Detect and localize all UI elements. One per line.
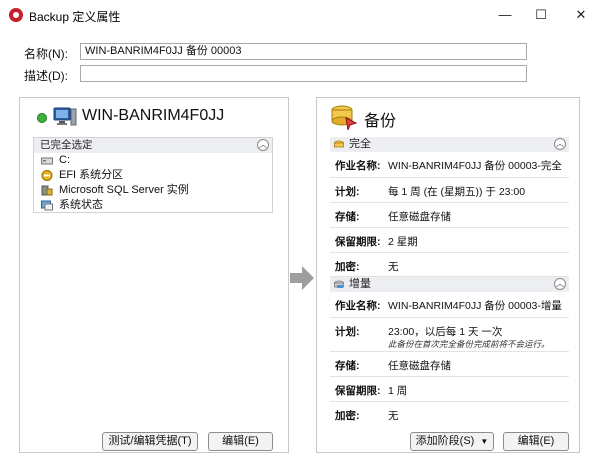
row-key: 作业名称: [335, 300, 381, 312]
table-row: 存储: 任意磁盘存储 [330, 203, 569, 228]
online-status-icon [37, 113, 47, 123]
arrow-right-icon [290, 266, 314, 290]
collapse-full-button[interactable]: ︿ [554, 138, 566, 150]
table-row: 计划: 每 1 周 (在 (星期五)) 于 23:00 [330, 178, 569, 203]
app-logo-icon [9, 8, 23, 22]
minimize-button[interactable]: — [487, 0, 523, 30]
row-value: WIN-BANRIM4F0JJ 备份 00003-完全 [388, 160, 562, 172]
table-row: 作业名称: WIN-BANRIM4F0JJ 备份 00003-完全 [330, 152, 569, 178]
name-label: 名称(N): [24, 47, 68, 61]
test-edit-credentials-button[interactable]: 测试/编辑凭据(T) [102, 432, 198, 451]
table-row: 保留期限: 1 周 [330, 377, 569, 402]
row-value: 2 星期 [388, 236, 418, 248]
window-title: Backup 定义属性 [29, 10, 121, 24]
table-row: 存储: 任意磁盘存储 [330, 352, 569, 377]
backup-panel: 备份 完全 ︿ 作业名称: WIN-BANRIM4F0JJ 备份 00003-完… [316, 97, 580, 453]
close-button[interactable]: ✕ [563, 0, 599, 30]
efi-partition-icon [41, 170, 53, 181]
drive-icon [41, 157, 53, 165]
incremental-section-header: 增量 ︿ [330, 277, 569, 292]
name-input[interactable]: WIN-BANRIM4F0JJ 备份 00003 [80, 43, 527, 60]
edit-backup-button[interactable]: 编辑(E) [503, 432, 569, 451]
schedule-note: 此备份在首次完全备份完成前将不会运行。 [388, 339, 550, 349]
add-stage-label: 添加阶段(S) [415, 435, 475, 447]
add-stage-button[interactable]: 添加阶段(S) ▼ [410, 432, 494, 451]
sql-server-icon [41, 185, 53, 196]
selection-list: 已完全选定 ︿ C: EFI 系统分区 Microsoft SQL Server… [33, 137, 273, 213]
list-item-label: EFI 系统分区 [59, 169, 124, 181]
row-key: 作业名称: [335, 160, 381, 172]
list-item[interactable]: Microsoft SQL Server 实例 [34, 183, 272, 198]
collapse-selection-button[interactable]: ︿ [257, 139, 269, 151]
full-section-label: 完全 [349, 138, 371, 150]
table-row: 加密: 无 [330, 253, 569, 277]
row-value: 无 [388, 410, 399, 422]
title-bar: Backup 定义属性 — ☐ ✕ [0, 0, 603, 30]
table-row: 计划: 23:00，以后每 1 天 一次 此备份在首次完全备份完成前将不会运行。 [330, 318, 569, 352]
table-row: 作业名称: WIN-BANRIM4F0JJ 备份 00003-增量 [330, 292, 569, 318]
row-key: 存储: [335, 211, 360, 223]
system-state-icon [41, 200, 53, 211]
backup-icon [331, 105, 357, 130]
row-key: 存储: [335, 360, 360, 372]
computer-icon [53, 107, 77, 126]
row-key: 加密: [335, 261, 360, 273]
description-label: 描述(D): [24, 69, 68, 83]
full-backup-icon [334, 140, 344, 148]
row-value: 23:00，以后每 1 天 一次 [388, 326, 503, 338]
row-value: 任意磁盘存储 [388, 360, 451, 372]
table-row: 保留期限: 2 星期 [330, 228, 569, 253]
row-key: 保留期限: [335, 236, 381, 248]
host-name: WIN-BANRIM4F0JJ [82, 107, 225, 124]
row-value: 无 [388, 261, 399, 273]
selection-panel: WIN-BANRIM4F0JJ 已完全选定 ︿ C: EFI 系统分区 Micr… [19, 97, 289, 453]
list-item-label: Microsoft SQL Server 实例 [59, 184, 189, 196]
list-item-label: 系统状态 [59, 199, 103, 211]
backup-title: 备份 [364, 113, 397, 130]
collapse-incremental-button[interactable]: ︿ [554, 278, 566, 290]
row-value: 每 1 周 (在 (星期五)) 于 23:00 [388, 186, 526, 198]
incremental-section-label: 增量 [349, 278, 371, 290]
full-section-header: 完全 ︿ [330, 137, 569, 152]
edit-selection-button[interactable]: 编辑(E) [208, 432, 273, 451]
list-item[interactable]: 系统状态 [34, 198, 272, 213]
incremental-backup-icon [334, 280, 344, 288]
row-key: 保留期限: [335, 385, 381, 397]
list-item[interactable]: EFI 系统分区 [34, 168, 272, 183]
list-item[interactable]: C: [34, 153, 272, 168]
maximize-button[interactable]: ☐ [523, 0, 559, 30]
table-row: 加密: 无 [330, 402, 569, 427]
description-input[interactable] [80, 65, 527, 82]
row-value: 1 周 [388, 385, 408, 397]
row-key: 加密: [335, 410, 360, 422]
row-key: 计划: [335, 326, 360, 338]
list-item-label: C: [59, 154, 70, 166]
row-value: WIN-BANRIM4F0JJ 备份 00003-增量 [388, 300, 562, 312]
selection-header: 已完全选定 ︿ [34, 138, 272, 153]
row-value: 任意磁盘存储 [388, 211, 451, 223]
row-key: 计划: [335, 186, 360, 198]
chevron-down-icon: ▼ [480, 437, 489, 446]
selection-header-label: 已完全选定 [40, 139, 93, 151]
